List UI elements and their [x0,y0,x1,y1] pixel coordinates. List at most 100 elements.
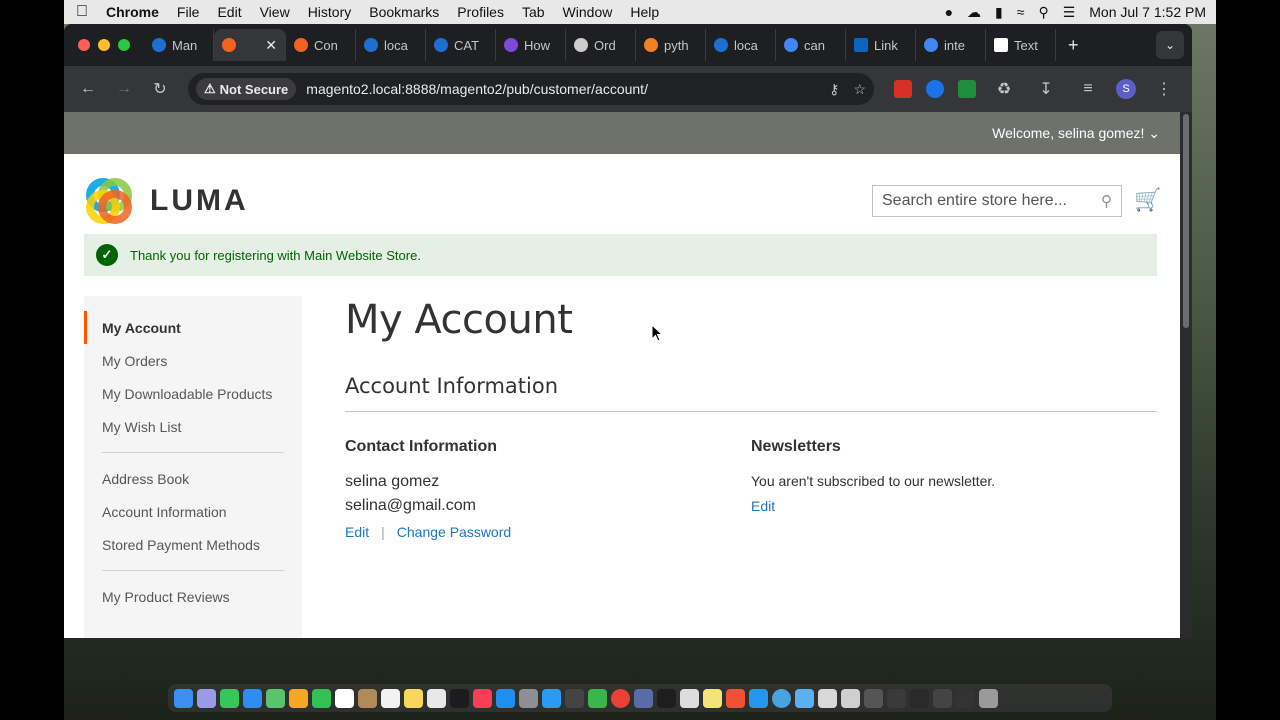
menu-window[interactable]: Window [563,4,613,20]
scrollbar-thumb[interactable] [1183,114,1189,328]
tab-11[interactable]: inte [916,29,986,61]
menu-view[interactable]: View [260,4,290,20]
change-password-link[interactable]: Change Password [397,524,511,540]
tab-7[interactable]: pyth [636,29,706,61]
tab-6[interactable]: Ord [566,29,636,61]
menubar-clock[interactable]: Mon Jul 7 1:52 PM [1089,4,1206,20]
freeform-icon[interactable] [427,688,446,708]
window-thumb-icon[interactable] [864,688,883,708]
tv-icon[interactable] [450,688,469,708]
calendar-icon[interactable] [335,688,354,708]
blue-extension-icon[interactable] [926,80,944,98]
ghost-app-icon[interactable] [680,688,699,708]
sidebar-item-downloadable-products[interactable]: My Downloadable Products [84,377,302,410]
downloads-icon[interactable]: ↧ [1032,75,1060,103]
extensions-puzzle-icon[interactable]: ♻ [990,75,1018,103]
wifi-icon[interactable]: ≈ [1017,4,1025,20]
profile-avatar[interactable]: S [1116,79,1136,99]
contacts-icon[interactable] [358,688,377,708]
maps-icon[interactable] [266,688,285,708]
minimize-window-icon[interactable] [98,39,110,51]
battery-icon[interactable]: ▮ [995,4,1003,21]
search-input[interactable]: Search entire store here... ⚲ [872,185,1122,217]
tab-9[interactable]: can [776,29,846,61]
tab-5[interactable]: How [496,29,566,61]
forward-icon[interactable]: → [110,75,138,103]
url-text[interactable]: magento2.local:8888/magento2/pub/custome… [306,81,648,97]
facetime-icon[interactable] [312,688,331,708]
tab-active[interactable]: ✕ [214,29,286,61]
tab-4[interactable]: CAT [426,29,496,61]
notes-icon[interactable] [404,688,423,708]
window-thumb-icon[interactable] [956,688,975,708]
back-icon[interactable]: ← [74,75,102,103]
window-thumb-icon[interactable] [933,688,952,708]
settings-icon[interactable] [519,688,538,708]
tab-3[interactable]: loca [356,29,426,61]
security-chip[interactable]: ⚠ Not Secure [196,78,297,100]
music-icon[interactable] [473,688,492,708]
cart-icon[interactable]: 🛒 [1134,187,1161,213]
stickies-icon[interactable] [703,688,722,708]
safari-icon[interactable] [542,688,561,708]
tab-10[interactable]: Link [846,29,916,61]
menu-help[interactable]: Help [630,4,659,20]
sidebar-item-my-orders[interactable]: My Orders [84,344,302,377]
window-thumb-icon[interactable] [841,688,860,708]
messages-icon[interactable] [220,688,239,708]
menu-profiles[interactable]: Profiles [457,4,504,20]
launchpad-icon[interactable] [197,688,216,708]
maximize-window-icon[interactable] [118,39,130,51]
menu-tab[interactable]: Tab [522,4,545,20]
sidebar-item-product-reviews[interactable]: My Product Reviews [84,580,302,613]
browser-app-icon[interactable] [772,688,791,708]
menu-file[interactable]: File [177,4,200,20]
terminal-icon[interactable] [657,688,676,708]
git-app-icon[interactable] [726,688,745,708]
sidebar-item-address-book[interactable]: Address Book [84,462,302,495]
menu-edit[interactable]: Edit [217,4,241,20]
tab-8[interactable]: loca [706,29,776,61]
password-key-icon[interactable]: ⚷ [829,81,839,98]
edit-newsletter-link[interactable]: Edit [751,498,775,514]
folder-icon[interactable] [795,688,814,708]
browser-menu-icon[interactable]: ⋮ [1150,75,1178,103]
app-store-icon[interactable] [496,688,515,708]
apple-icon[interactable]:  [74,3,90,21]
close-tab-icon[interactable]: ✕ [265,37,277,54]
menu-history[interactable]: History [308,4,352,20]
tab-0[interactable]: Man [144,29,214,61]
simulator-icon[interactable] [634,688,653,708]
docker-icon[interactable] [749,688,768,708]
window-thumb-icon[interactable] [887,688,906,708]
new-tab-icon[interactable]: + [1068,35,1079,56]
close-window-icon[interactable] [78,39,90,51]
photos-icon[interactable] [289,688,308,708]
tab-12[interactable]: Text [986,29,1056,61]
search-icon[interactable]: ⚲ [1101,192,1112,210]
menubar-app-name[interactable]: Chrome [106,4,159,20]
reminders-icon[interactable] [381,688,400,708]
tab-2[interactable]: Con [286,29,356,61]
luma-logo[interactable]: LUMA [84,176,249,226]
page-scrollbar[interactable] [1180,112,1192,638]
trash-icon[interactable] [979,688,998,708]
pdf-extension-icon[interactable] [894,80,912,98]
green-extension-icon[interactable] [958,80,976,98]
sidebar-item-account-information[interactable]: Account Information [84,495,302,528]
record-icon[interactable]: ● [945,4,953,20]
weather-icon[interactable]: ☁ [967,4,981,21]
window-thumb-icon[interactable] [818,688,837,708]
spotlight-icon[interactable]: ⚲ [1038,4,1048,21]
sidebar-item-stored-payment-methods[interactable]: Stored Payment Methods [84,528,302,561]
mail-icon[interactable] [243,688,262,708]
welcome-dropdown[interactable]: Welcome, selina gomez! ⌄ [992,125,1160,142]
window-thumb-icon[interactable] [910,688,929,708]
control-center-icon[interactable]: ☰ [1063,4,1076,21]
chrome-icon[interactable] [611,688,630,708]
sidebar-item-wish-list[interactable]: My Wish List [84,410,302,443]
finder-icon[interactable] [174,688,193,708]
sidebar-item-my-account[interactable]: My Account [84,311,302,344]
address-bar[interactable]: ⚠ Not Secure magento2.local:8888/magento2… [188,73,874,105]
tab-search-icon[interactable]: ⌄ [1156,31,1184,59]
